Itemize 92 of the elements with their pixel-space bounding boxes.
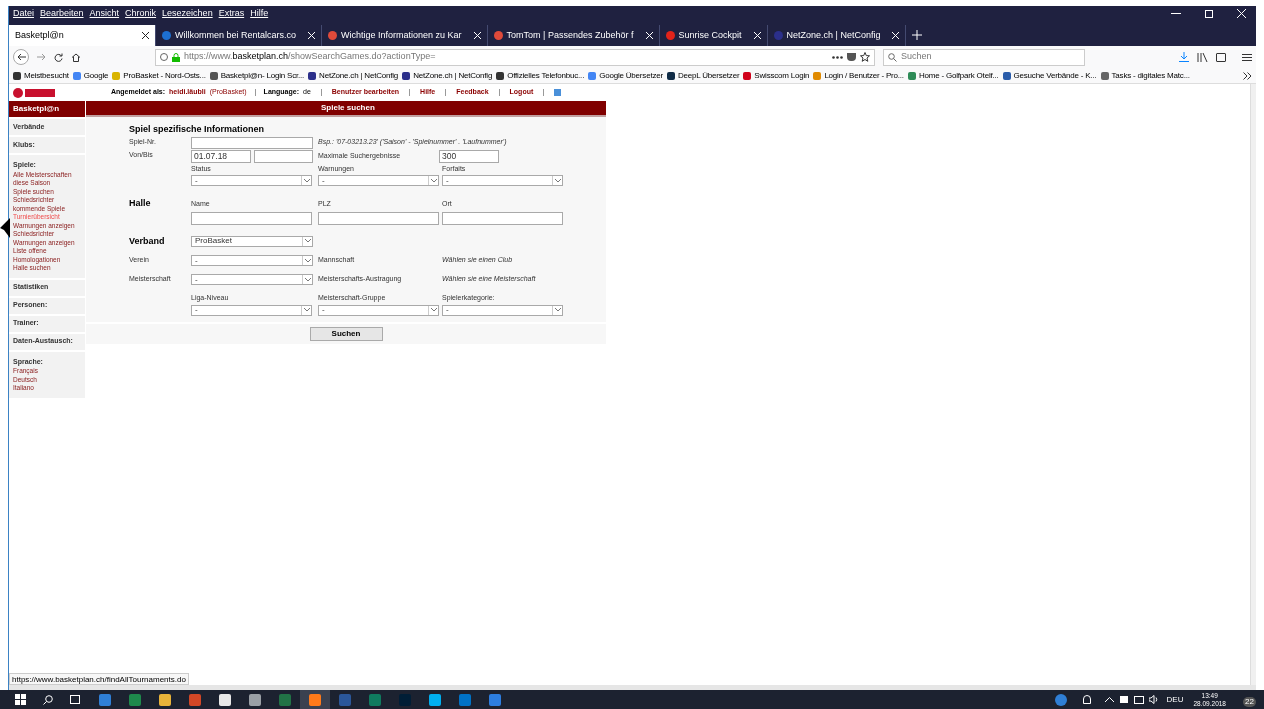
bookmark-item[interactable]: Basketpl@n- Login Scr... <box>209 69 305 82</box>
bookmark-item[interactable]: Tasks - digitales Matc... <box>1100 69 1190 82</box>
dropdown-select[interactable]: - <box>318 175 439 186</box>
dropdown-select[interactable]: - <box>191 175 312 186</box>
bookmark-item[interactable]: NetZone.ch | NetConfig <box>402 69 493 82</box>
game-number-field[interactable] <box>191 136 313 149</box>
input-language[interactable]: DEU <box>1166 693 1184 706</box>
tab-title: TomTom | Passendes Zubehör f <box>506 28 634 42</box>
brand-bar: Basketpl@n <box>9 101 85 117</box>
bookmark-item[interactable]: Meistbesucht <box>13 69 69 82</box>
back-button[interactable] <box>13 49 29 65</box>
close-icon[interactable] <box>142 32 149 39</box>
forward-icon[interactable] <box>37 53 46 61</box>
menu-item[interactable]: Chronik <box>125 6 157 21</box>
search-field[interactable]: Suchen <box>883 48 1085 66</box>
address-bar[interactable]: https://www.basketplan.ch/showSearchGames.do?actionType= <box>155 48 875 66</box>
search-icon[interactable] <box>43 694 53 705</box>
chevron-up-icon[interactable] <box>1104 697 1114 702</box>
section-heading: Halle <box>129 197 152 210</box>
caret-icon <box>301 176 311 185</box>
tab-title: NetZone.ch | NetConfig <box>786 28 881 42</box>
max-results-field[interactable]: 300 <box>439 149 499 163</box>
bookmark-item[interactable]: ProBasket - Nord-Osts... <box>112 69 206 82</box>
caret-icon <box>302 275 312 284</box>
caret-icon <box>552 305 562 315</box>
notification-badge: 22 <box>1243 696 1256 707</box>
caret-icon <box>428 176 438 185</box>
browser-tab[interactable]: Basketpl@n <box>9 25 156 46</box>
section-heading: Verband <box>129 234 166 248</box>
bookmark-item[interactable]: Login / Benutzer - Pro... <box>813 69 904 82</box>
tab-title: Willkommen bei Rentalcars.co <box>175 28 297 42</box>
bookmark-item[interactable]: Home - Golfpark Otelf... <box>907 69 999 82</box>
sidebar-icon[interactable] <box>1216 52 1226 62</box>
star-icon[interactable] <box>860 52 870 62</box>
text-input-field[interactable] <box>318 211 439 225</box>
padlock-icon <box>172 52 180 62</box>
caret-icon <box>302 256 312 265</box>
menu-item[interactable]: Hilfe <box>250 6 269 21</box>
menu-icon[interactable] <box>1242 53 1252 61</box>
search-button[interactable]: Suchen <box>309 326 383 341</box>
maximize-icon[interactable] <box>1205 9 1213 18</box>
caret-icon <box>552 176 562 185</box>
new-tab-icon[interactable] <box>912 30 923 40</box>
pocket-icon[interactable] <box>847 53 856 61</box>
dropdown-select[interactable]: ProBasket <box>191 235 313 247</box>
swiss-basketball-logo <box>13 86 57 99</box>
bookmark-item[interactable]: Google Übersetzer <box>588 69 663 82</box>
volume-icon[interactable] <box>1148 695 1159 704</box>
dropdown-select[interactable]: - <box>442 175 563 186</box>
more-icon[interactable] <box>832 55 843 59</box>
bookmark-item[interactable]: DeepL Übersetzer <box>666 69 740 82</box>
home-icon[interactable] <box>71 52 81 62</box>
bookmark-item[interactable]: Google <box>72 69 109 82</box>
search-icon <box>888 52 897 62</box>
tab-title: Sunrise Cockpit <box>678 28 742 42</box>
print-icon[interactable] <box>554 89 562 96</box>
dropdown-select[interactable]: - <box>191 304 312 316</box>
library-icon[interactable] <box>1197 52 1208 62</box>
menu-item[interactable]: Datei <box>13 6 34 21</box>
status-url-tooltip: https://www.basketplan.ch/findAllTournaments.do <box>9 673 189 685</box>
text-input-field[interactable] <box>442 211 563 225</box>
overflow-chevron-icon[interactable] <box>1243 71 1252 80</box>
dropdown-select[interactable]: - <box>191 274 313 285</box>
download-icon[interactable] <box>1179 52 1189 62</box>
dropdown-select[interactable]: - <box>318 304 439 316</box>
scrollbar[interactable] <box>1250 84 1256 685</box>
date-from-field[interactable]: 01.07.18 <box>191 149 251 163</box>
tab-title: Wichtige Informationen zu Kar <box>341 28 462 42</box>
menu-item[interactable]: Bearbeiten <box>40 6 84 21</box>
url-text: https://www.basketplan.ch/showSearchGames.do?actionType= <box>184 50 436 64</box>
bookmark-item[interactable]: Offizielles Telefonbuc... <box>496 69 585 82</box>
task-view-icon[interactable] <box>70 695 80 704</box>
date-to-field[interactable] <box>254 149 313 163</box>
bookmark-item[interactable]: Swisscom Login <box>743 69 810 82</box>
caret-icon <box>302 236 312 246</box>
page-title-bar: Spiele suchen <box>86 101 606 117</box>
dropdown-select[interactable]: - <box>191 255 313 266</box>
menu-item[interactable]: Extras <box>218 6 245 21</box>
section-heading: Spiel spezifische Informationen <box>129 123 266 136</box>
tab-title: Basketpl@n <box>15 28 65 42</box>
reload-icon[interactable] <box>54 52 63 62</box>
bookmark-item[interactable]: NetZone.ch | NetConfig <box>308 69 399 82</box>
caret-icon <box>428 305 438 315</box>
menu-item[interactable]: Ansicht <box>89 6 120 21</box>
notification-button[interactable]: 22 <box>1240 692 1256 707</box>
text-input-field[interactable] <box>191 211 312 225</box>
back-arrow-icon <box>16 53 26 61</box>
dropdown-select[interactable]: - <box>442 304 563 316</box>
bookmark-item[interactable]: Gesuche Verbände - K... <box>1002 69 1097 82</box>
menu-item[interactable]: Lesezeichen <box>162 6 213 21</box>
windows-start-icon[interactable] <box>15 694 26 705</box>
caret-icon <box>301 305 311 315</box>
